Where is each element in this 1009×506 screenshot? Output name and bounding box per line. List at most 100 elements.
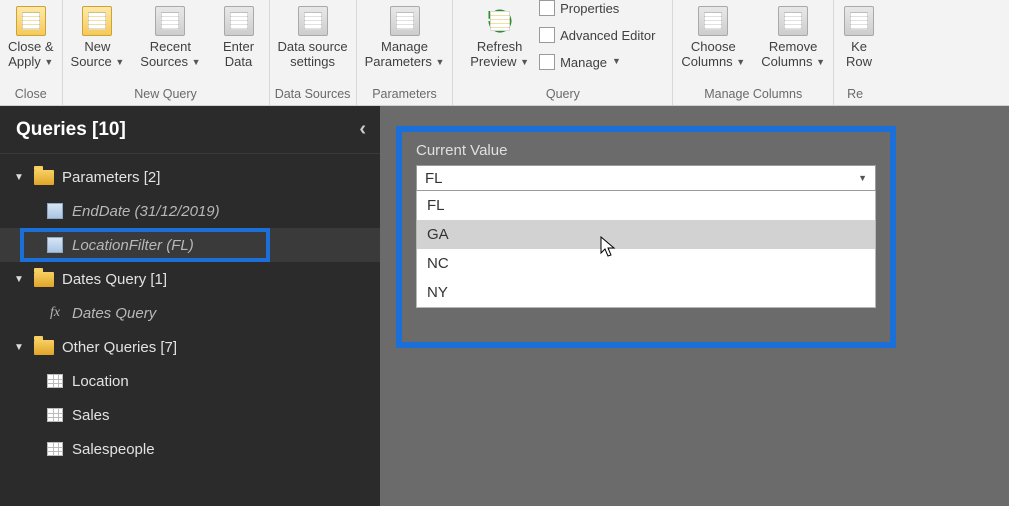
- collapse-icon[interactable]: ‹: [359, 118, 366, 141]
- current-value-options: FL GA NC NY: [416, 191, 876, 308]
- dropdown-icon: ▼: [44, 57, 53, 67]
- folder-icon: [34, 170, 54, 185]
- option-ny[interactable]: NY: [417, 278, 875, 307]
- ribbon-group-data-sources: Data source settings Data Sources: [270, 0, 357, 105]
- queries-sidebar-header[interactable]: Queries [10] ‹: [0, 106, 380, 154]
- option-fl[interactable]: FL: [417, 191, 875, 220]
- advanced-editor-icon: [539, 27, 555, 43]
- choose-columns-button[interactable]: Choose Columns ▼: [673, 0, 753, 82]
- dropdown-icon: ▼: [520, 57, 529, 67]
- group-label-manage-columns: Manage Columns: [704, 85, 802, 103]
- query-salespeople[interactable]: Salespeople: [0, 432, 380, 466]
- group-other-queries[interactable]: ▼ Other Queries [7]: [0, 330, 380, 364]
- query-enddate[interactable]: EndDate (31/12/2019): [0, 194, 380, 228]
- option-nc[interactable]: NC: [417, 249, 875, 278]
- query-enddate-label: EndDate (31/12/2019): [72, 203, 220, 220]
- enter-data-label: Enter Data: [223, 40, 254, 70]
- advanced-editor-button[interactable]: Advanced Editor: [537, 23, 657, 47]
- ribbon-group-query: Refresh Preview ▼ Properties Advanced Ed…: [453, 0, 673, 105]
- close-apply-button[interactable]: Close & Apply ▼: [0, 0, 62, 82]
- choose-columns-label: Choose Columns: [681, 39, 735, 69]
- keep-rows-icon: [844, 6, 874, 36]
- dropdown-icon: ▼: [858, 173, 867, 183]
- group-label-data-sources: Data Sources: [275, 85, 351, 103]
- manage-parameters-label: Manage Parameters: [365, 39, 432, 69]
- disclosure-icon: ▼: [14, 172, 26, 183]
- ribbon-group-rows: Ke Row Re: [834, 0, 876, 105]
- query-location-label: Location: [72, 373, 129, 390]
- recent-sources-button[interactable]: Recent Sources ▼: [132, 0, 208, 82]
- properties-icon: [539, 0, 555, 16]
- manage-parameters-icon: [390, 6, 420, 36]
- query-salespeople-label: Salespeople: [72, 441, 155, 458]
- data-source-settings-button[interactable]: Data source settings: [270, 0, 356, 82]
- remove-columns-button[interactable]: Remove Columns ▼: [753, 0, 833, 82]
- ribbon-group-manage-columns: Choose Columns ▼ Remove Columns ▼ Manage…: [673, 0, 834, 105]
- folder-icon: [34, 340, 54, 355]
- ribbon: Close & Apply ▼ Close New Source ▼ Recen…: [0, 0, 1009, 106]
- manage-label: Manage: [560, 55, 607, 70]
- dropdown-icon: ▼: [816, 57, 825, 67]
- parameter-value-panel: Current Value FL ▼ FL GA NC NY: [396, 126, 896, 348]
- current-value-selected: FL: [425, 170, 443, 187]
- ribbon-group-parameters: Manage Parameters ▼ Parameters: [357, 0, 454, 105]
- main-content: Current Value FL ▼ FL GA NC NY: [380, 106, 1009, 506]
- group-dates-query-label: Dates Query [1]: [62, 271, 167, 288]
- dropdown-icon: ▼: [115, 57, 124, 67]
- keep-rows-button[interactable]: Ke Row: [834, 0, 876, 82]
- remove-columns-icon: [778, 6, 808, 36]
- dropdown-icon: ▼: [612, 56, 621, 66]
- recent-sources-icon: [155, 6, 185, 36]
- current-value-combobox[interactable]: FL ▼: [416, 165, 876, 191]
- parameter-icon: [47, 203, 63, 219]
- enter-data-icon: [224, 6, 254, 36]
- query-dates-query-label: Dates Query: [72, 305, 156, 322]
- data-source-settings-icon: [298, 6, 328, 36]
- option-ga[interactable]: GA: [417, 220, 875, 249]
- ribbon-group-close: Close & Apply ▼ Close: [0, 0, 63, 105]
- recent-sources-label: Recent Sources: [140, 39, 191, 69]
- group-parameters[interactable]: ▼ Parameters [2]: [0, 160, 380, 194]
- refresh-icon: [485, 6, 515, 36]
- current-value-label: Current Value: [416, 142, 876, 159]
- query-sales[interactable]: Sales: [0, 398, 380, 432]
- queries-title: Queries [10]: [16, 119, 126, 141]
- manage-parameters-button[interactable]: Manage Parameters ▼: [357, 0, 453, 82]
- group-parameters-label: Parameters [2]: [62, 169, 160, 186]
- dropdown-icon: ▼: [435, 57, 444, 67]
- query-dates-query[interactable]: fx Dates Query: [0, 296, 380, 330]
- lower-area: Queries [10] ‹ ▼ Parameters [2] EndDate …: [0, 106, 1009, 506]
- dropdown-icon: ▼: [736, 57, 745, 67]
- properties-button[interactable]: Properties: [537, 0, 657, 20]
- table-icon: [47, 442, 63, 456]
- group-dates-query[interactable]: ▼ Dates Query [1]: [0, 262, 380, 296]
- refresh-preview-label: Refresh Preview: [470, 39, 522, 69]
- new-source-button[interactable]: New Source ▼: [63, 0, 133, 82]
- parameter-icon: [47, 237, 63, 253]
- advanced-editor-label: Advanced Editor: [560, 28, 655, 43]
- folder-icon: [34, 272, 54, 287]
- table-icon: [47, 374, 63, 388]
- group-label-close: Close: [15, 85, 47, 103]
- choose-columns-icon: [698, 6, 728, 36]
- query-locationfilter[interactable]: LocationFilter (FL): [0, 228, 380, 262]
- disclosure-icon: ▼: [14, 274, 26, 285]
- group-label-rows: Re: [847, 85, 863, 103]
- new-source-label: New Source: [71, 39, 112, 69]
- manage-query-button[interactable]: Manage ▼: [537, 50, 657, 74]
- group-label-new-query: New Query: [134, 85, 197, 103]
- enter-data-button[interactable]: Enter Data: [209, 0, 269, 82]
- group-other-queries-label: Other Queries [7]: [62, 339, 177, 356]
- queries-tree: ▼ Parameters [2] EndDate (31/12/2019) Lo…: [0, 154, 380, 466]
- ribbon-group-new-query: New Source ▼ Recent Sources ▼ Enter Data…: [63, 0, 270, 105]
- keep-rows-label: Ke Row: [846, 40, 872, 70]
- manage-icon: [539, 54, 555, 70]
- refresh-preview-button[interactable]: Refresh Preview ▼: [462, 0, 537, 82]
- close-apply-icon: [16, 6, 46, 36]
- dropdown-icon: ▼: [192, 57, 201, 67]
- remove-columns-label: Remove Columns: [761, 39, 817, 69]
- data-source-settings-label: Data source settings: [278, 40, 348, 70]
- disclosure-icon: ▼: [14, 342, 26, 353]
- group-label-parameters: Parameters: [372, 85, 437, 103]
- query-location[interactable]: Location: [0, 364, 380, 398]
